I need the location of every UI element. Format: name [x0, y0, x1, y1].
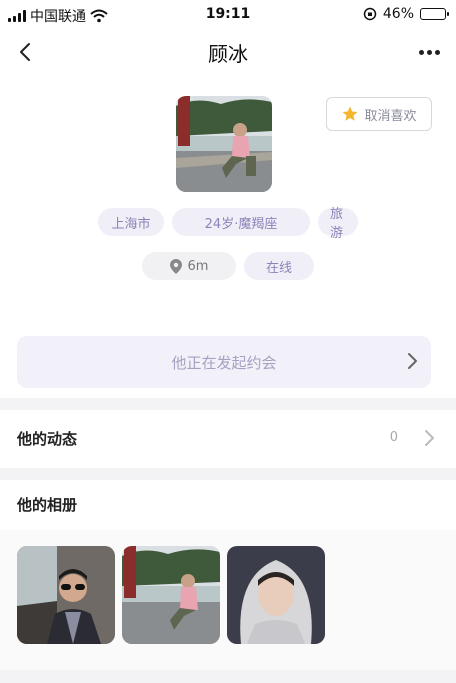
distance-label: 6m — [187, 258, 209, 274]
location-pin-icon — [169, 258, 182, 274]
more-button[interactable] — [414, 38, 444, 66]
album-photo[interactable] — [227, 546, 325, 644]
chevron-right-icon — [425, 430, 434, 446]
star-icon — [342, 106, 358, 121]
profile-tags: 上海市 24岁·魔羯座 旅游 — [0, 207, 456, 241]
avatar-photo — [176, 96, 272, 192]
more-dot-icon — [426, 49, 432, 55]
album-grid — [0, 530, 456, 670]
album-title: 他的相册 — [17, 496, 78, 514]
bottom-divider — [0, 670, 456, 683]
online-tag: 在线 — [244, 252, 314, 280]
dating-banner[interactable]: 他正在发起约会 — [17, 336, 431, 388]
photo-sitting-outdoor — [122, 546, 220, 644]
tag-city: 上海市 — [98, 208, 164, 236]
profile-avatar[interactable] — [176, 96, 272, 192]
profile-status-tags: 6m 在线 — [0, 252, 456, 280]
distance-tag: 6m — [142, 252, 236, 280]
album-photo[interactable] — [17, 546, 115, 644]
page-title: 顾冰 — [208, 42, 248, 66]
unlike-button[interactable]: 取消喜欢 — [326, 97, 432, 131]
photo-car-selfie — [17, 546, 115, 644]
status-bar: 中国联通 19:11 46% — [0, 0, 456, 30]
tag-age-sign: 24岁·魔羯座 — [172, 208, 310, 236]
battery-icon — [420, 8, 449, 20]
album-photo[interactable] — [122, 546, 220, 644]
unlike-label: 取消喜欢 — [364, 108, 417, 124]
orientation-lock-icon — [363, 7, 377, 21]
feed-label: 他的动态 — [17, 430, 78, 448]
battery-percent: 46% — [382, 6, 414, 22]
dating-banner-label: 他正在发起约会 — [171, 353, 277, 372]
more-dot-icon — [434, 49, 440, 55]
photo-hoodie-portrait — [227, 546, 325, 644]
chevron-right-icon — [408, 353, 417, 369]
section-divider — [0, 468, 456, 480]
section-divider — [0, 398, 456, 410]
nav-bar: 顾冰 — [0, 30, 456, 74]
tag-hobby: 旅游 — [318, 207, 358, 241]
feed-row[interactable]: 他的动态 0 — [0, 410, 456, 466]
more-dot-icon — [418, 49, 424, 55]
feed-count: 0 — [389, 430, 398, 445]
